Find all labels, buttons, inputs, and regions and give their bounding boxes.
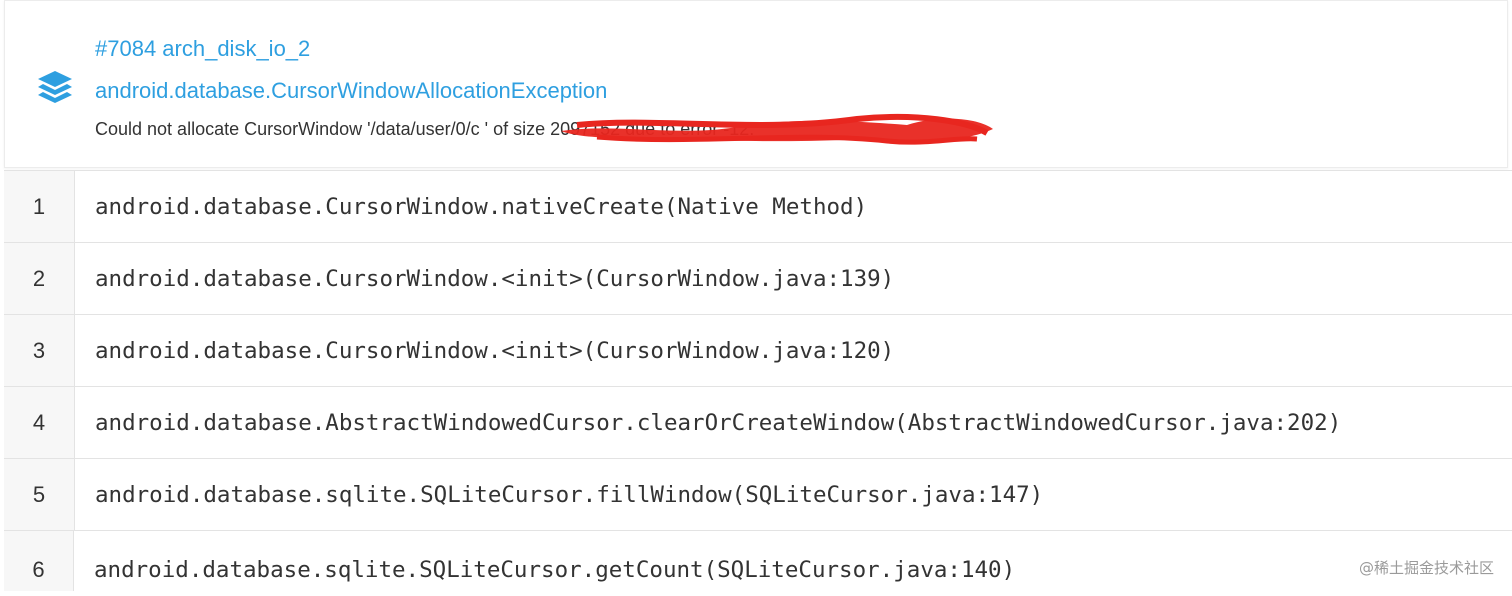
watermark: @稀土掘金技术社区 [1358, 559, 1494, 577]
stack-frame: android.database.sqlite.SQLiteCursor.get… [94, 557, 1016, 583]
table-row: 4 android.database.AbstractWindowedCurso… [4, 387, 1512, 459]
stack-trace-table: 1 android.database.CursorWindow.nativeCr… [4, 170, 1512, 591]
issue-id-link[interactable]: #7084 arch_disk_io_2 [95, 34, 310, 64]
line-number: 2 [4, 243, 75, 314]
stack-frame: android.database.CursorWindow.<init>(Cur… [95, 265, 895, 292]
table-row: 3 android.database.CursorWindow.<init>(C… [4, 315, 1512, 387]
table-row: 1 android.database.CursorWindow.nativeCr… [4, 171, 1512, 243]
stack-frame: android.database.CursorWindow.<init>(Cur… [95, 337, 895, 364]
line-number: 3 [4, 315, 75, 386]
table-row: 5 android.database.sqlite.SQLiteCursor.f… [4, 459, 1512, 531]
line-number: 1 [4, 171, 75, 242]
line-number: 4 [4, 387, 75, 458]
table-row: 2 android.database.CursorWindow.<init>(C… [4, 243, 1512, 315]
exception-name-link[interactable]: android.database.CursorWindowAllocationE… [95, 76, 607, 106]
stack-frame: android.database.sqlite.SQLiteCursor.fil… [95, 481, 1044, 508]
table-row: 6 android.database.sqlite.SQLiteCursor.g… [4, 531, 1512, 591]
stack-frame: android.database.AbstractWindowedCursor.… [95, 409, 1342, 436]
issue-header: #7084 arch_disk_io_2 android.database.Cu… [4, 0, 1508, 168]
layers-icon [38, 71, 72, 103]
line-number: 6 [4, 531, 74, 591]
line-number: 5 [4, 459, 75, 530]
exception-message: Could not allocate CursorWindow '/data/u… [95, 119, 755, 139]
stack-frame: android.database.CursorWindow.nativeCrea… [95, 193, 868, 220]
